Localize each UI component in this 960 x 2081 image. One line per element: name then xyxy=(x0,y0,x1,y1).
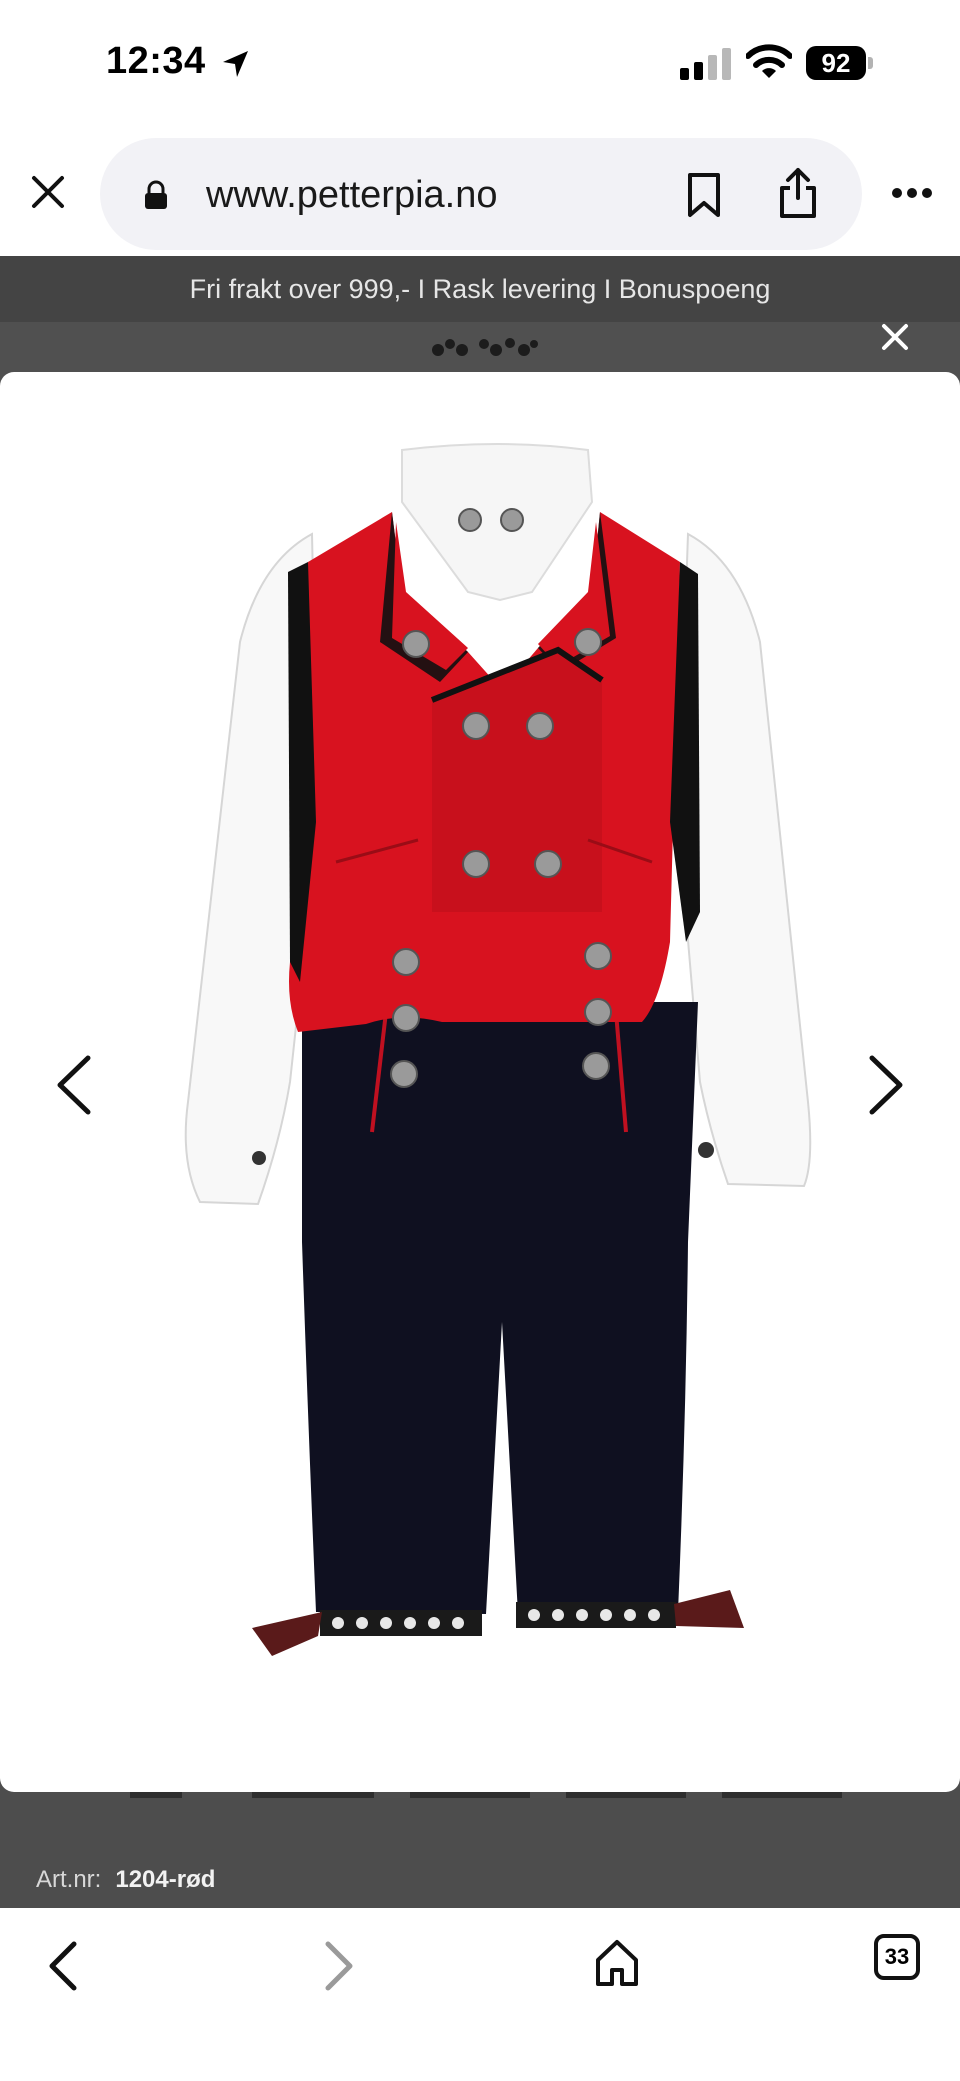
thumbnail[interactable] xyxy=(410,1792,530,1798)
battery-tip xyxy=(868,57,873,69)
article-number-label: Art.nr: xyxy=(36,1866,102,1893)
lock-icon xyxy=(145,180,167,209)
article-number-value: 1204-rød xyxy=(115,1866,216,1893)
home-icon[interactable] xyxy=(594,1938,640,1988)
more-options-icon[interactable] xyxy=(890,186,934,200)
url-text: www.petterpia.no xyxy=(206,174,498,216)
battery-icon: 92 xyxy=(806,46,874,82)
forward-icon[interactable] xyxy=(322,1938,358,1994)
back-icon[interactable] xyxy=(44,1938,80,1994)
thumbnail[interactable] xyxy=(722,1792,842,1798)
close-icon[interactable] xyxy=(28,172,68,212)
site-logo xyxy=(432,338,538,356)
next-image-arrow-icon[interactable] xyxy=(864,1054,908,1116)
tabs-button[interactable]: 33 xyxy=(874,1934,920,1980)
thumbnail[interactable] xyxy=(130,1792,182,1798)
article-number: Art.nr: 1204-rød xyxy=(36,1866,215,1894)
browser-url-row: www.petterpia.no xyxy=(0,130,960,256)
status-time: 12:34 xyxy=(106,40,206,82)
promo-banner: Fri frakt over 999,- I Rask levering I B… xyxy=(0,256,960,322)
close-icon[interactable] xyxy=(880,322,910,352)
address-bar[interactable]: www.petterpia.no xyxy=(100,138,862,250)
status-bar: 12:34 92 xyxy=(0,0,960,130)
share-icon[interactable] xyxy=(776,166,820,220)
previous-image-arrow-icon[interactable] xyxy=(52,1054,96,1116)
thumbnail[interactable] xyxy=(252,1792,374,1798)
product-image xyxy=(184,443,812,1656)
thumbnail[interactable] xyxy=(566,1792,686,1798)
image-lightbox xyxy=(0,372,960,1792)
thumbnail-strip xyxy=(0,1792,960,1812)
browser-toolbar: 33 xyxy=(0,1908,960,2081)
wifi-icon xyxy=(746,44,792,78)
bookmark-icon[interactable] xyxy=(684,172,724,218)
battery-level: 92 xyxy=(806,46,866,80)
cellular-signal-icon xyxy=(680,48,731,80)
location-arrow-icon xyxy=(223,51,248,77)
